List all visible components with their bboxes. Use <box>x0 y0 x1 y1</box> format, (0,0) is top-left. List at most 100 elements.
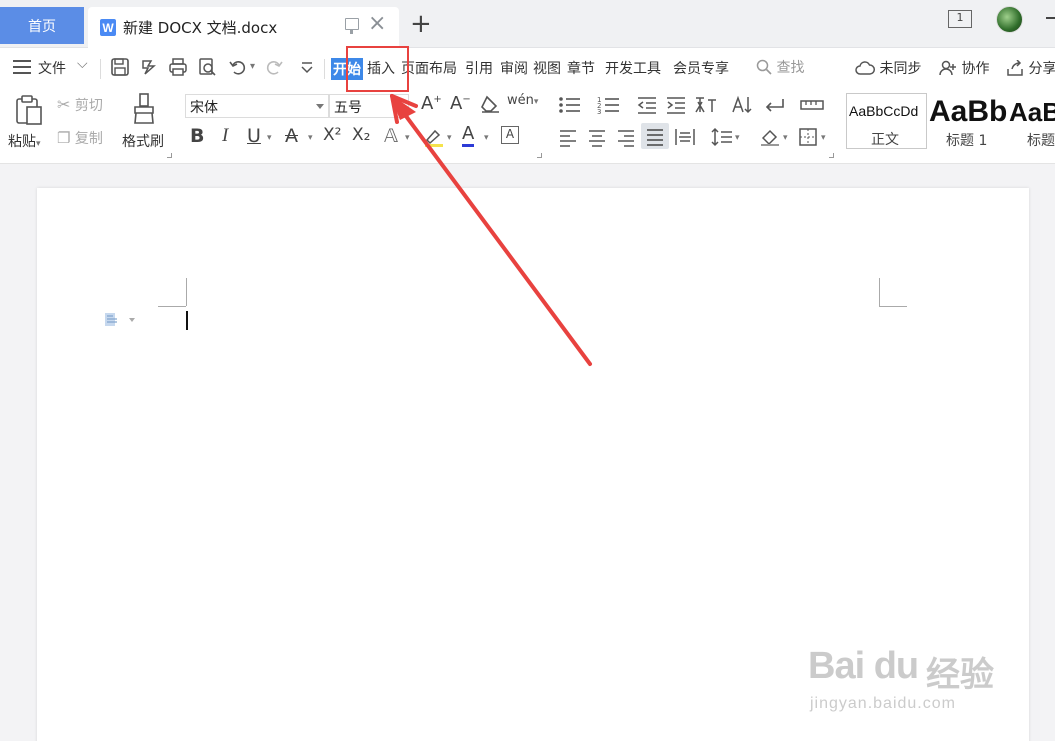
phonetic-label: wén <box>507 93 534 108</box>
print-preview-icon[interactable] <box>197 57 217 77</box>
customize-toolbar-icon[interactable] <box>297 57 317 77</box>
font-name-select[interactable]: 宋体 <box>185 94 329 118</box>
baidu-watermark: Bai du 经验 jingyan.baidu.com <box>808 625 1008 725</box>
clear-format-icon[interactable] <box>479 94 501 118</box>
group-expand-icon[interactable] <box>167 153 172 158</box>
borders-dropdown-icon[interactable]: ▾ <box>821 133 826 143</box>
text-effect-dropdown-icon[interactable]: ▾ <box>405 133 410 143</box>
share-icon <box>1007 59 1023 76</box>
group-expand-icon[interactable] <box>537 153 542 158</box>
font-color-dropdown-icon[interactable]: ▾ <box>484 133 489 143</box>
chinese-layout-icon[interactable] <box>694 95 718 119</box>
chevron-down-icon <box>316 104 324 109</box>
format-painter-icon[interactable] <box>132 93 156 129</box>
undo-icon[interactable] <box>228 57 248 77</box>
menu-developer[interactable]: 开发工具 <box>605 58 661 78</box>
sort-icon[interactable] <box>731 95 753 119</box>
hamburger-icon[interactable] <box>13 60 31 74</box>
paste-label: 粘贴 <box>8 134 36 150</box>
bullet-list-icon[interactable] <box>558 95 582 119</box>
borders-icon[interactable] <box>798 127 818 151</box>
sync-button[interactable]: 未同步 <box>855 58 921 78</box>
decrease-indent-icon[interactable] <box>636 95 658 119</box>
share-label: 分享 <box>1028 61 1055 77</box>
cut-button[interactable]: ✂ 剪切 <box>57 95 103 115</box>
window-count-icon[interactable]: 1 <box>948 10 972 28</box>
superscript-button[interactable]: X² <box>323 125 341 145</box>
paragraph-layout-icon[interactable] <box>104 312 118 328</box>
close-tab-button[interactable]: × <box>368 13 386 35</box>
format-painter-button[interactable]: 格式刷 <box>122 131 164 151</box>
subscript-button[interactable]: X₂ <box>352 125 370 145</box>
style-normal-name: 正文 <box>871 132 899 148</box>
grow-font-icon[interactable]: A+ <box>421 93 442 114</box>
new-tab-button[interactable]: + <box>410 10 432 38</box>
font-size-select[interactable]: 五号 <box>329 94 409 118</box>
menu-references[interactable]: 引用 <box>465 58 493 78</box>
shrink-font-icon[interactable]: A− <box>450 93 471 114</box>
undo-dropdown-icon[interactable]: ▾ <box>250 61 255 72</box>
format-convert-icon[interactable] <box>139 57 159 77</box>
style-heading1[interactable]: AaBb 标题 1 <box>929 93 1009 151</box>
style-heading[interactable]: AaB 标题 <box>1009 93 1055 151</box>
strikethrough-icon[interactable]: A <box>285 125 298 147</box>
show-marks-icon[interactable] <box>763 95 787 119</box>
menu-member[interactable]: 会员专享 <box>673 58 729 78</box>
highlight-icon[interactable] <box>423 126 445 152</box>
redo-icon[interactable] <box>264 57 284 77</box>
avatar[interactable] <box>996 6 1023 33</box>
style-heading1-preview: AaBb <box>929 95 1008 128</box>
font-size-value: 五号 <box>334 100 362 116</box>
distributed-align-icon[interactable] <box>674 127 696 151</box>
justify-button[interactable] <box>641 123 669 149</box>
document-tab[interactable]: W 新建 DOCX 文档.docx × <box>88 7 399 48</box>
divider <box>100 59 101 79</box>
collaborate-icon <box>939 60 956 76</box>
italic-button[interactable]: I <box>222 125 228 147</box>
style-normal[interactable]: AaBbCcDd 正文 <box>846 93 927 149</box>
highlight-dropdown-icon[interactable]: ▾ <box>447 133 452 143</box>
save-icon[interactable] <box>110 57 130 77</box>
menu-file[interactable]: 文件 <box>38 58 66 78</box>
menu-view[interactable]: 视图 <box>533 58 561 78</box>
home-tab[interactable]: 首页 <box>0 7 84 44</box>
menu-page-layout[interactable]: 页面布局 <box>401 58 457 78</box>
shading-dropdown-icon[interactable]: ▾ <box>783 133 788 143</box>
minimize-icon[interactable] <box>1046 17 1055 19</box>
menu-review[interactable]: 审阅 <box>500 58 528 78</box>
search-button[interactable]: 查找 <box>756 57 804 77</box>
underline-button[interactable]: U <box>247 125 261 147</box>
print-icon[interactable] <box>168 57 188 77</box>
monitor-icon[interactable] <box>345 18 359 34</box>
text-cursor <box>186 311 188 330</box>
copy-button[interactable]: ❐ 复制 <box>57 128 103 148</box>
paste-button[interactable]: 粘贴▾ <box>8 131 41 151</box>
align-left-icon[interactable] <box>558 127 578 151</box>
align-justify-icon <box>647 129 663 146</box>
collab-button[interactable]: 协作 <box>939 58 989 78</box>
numbered-list-icon[interactable]: 123 <box>597 95 621 119</box>
align-center-icon[interactable] <box>587 127 607 151</box>
search-icon <box>756 59 772 75</box>
strike-dropdown-icon[interactable]: ▾ <box>308 133 313 143</box>
bold-button[interactable]: B <box>190 125 204 147</box>
align-right-icon[interactable] <box>616 127 636 151</box>
underline-dropdown-icon[interactable]: ▾ <box>267 133 272 143</box>
text-effect-icon[interactable]: 𝔸 <box>384 125 398 147</box>
font-color-icon[interactable]: A <box>462 124 475 147</box>
line-spacing-dropdown-icon[interactable]: ▾ <box>735 133 740 143</box>
share-button[interactable]: 分享 <box>1006 58 1055 78</box>
group-expand-icon[interactable] <box>829 153 834 158</box>
chevron-down-icon[interactable]: ⌵ <box>77 56 88 72</box>
line-spacing-icon[interactable] <box>711 127 733 151</box>
paragraph-dropdown-icon[interactable] <box>129 318 135 322</box>
char-border-icon[interactable]: A <box>501 126 519 144</box>
watermark-logo: Bai du <box>808 645 919 687</box>
menu-section[interactable]: 章节 <box>567 58 595 78</box>
shading-icon[interactable] <box>759 127 781 151</box>
paste-icon[interactable] <box>14 94 44 130</box>
ruler-icon[interactable] <box>800 96 824 118</box>
phonetic-guide-button[interactable]: wén▾ <box>507 93 538 108</box>
annotation-highlight-box <box>346 46 409 92</box>
increase-indent-icon[interactable] <box>665 95 687 119</box>
